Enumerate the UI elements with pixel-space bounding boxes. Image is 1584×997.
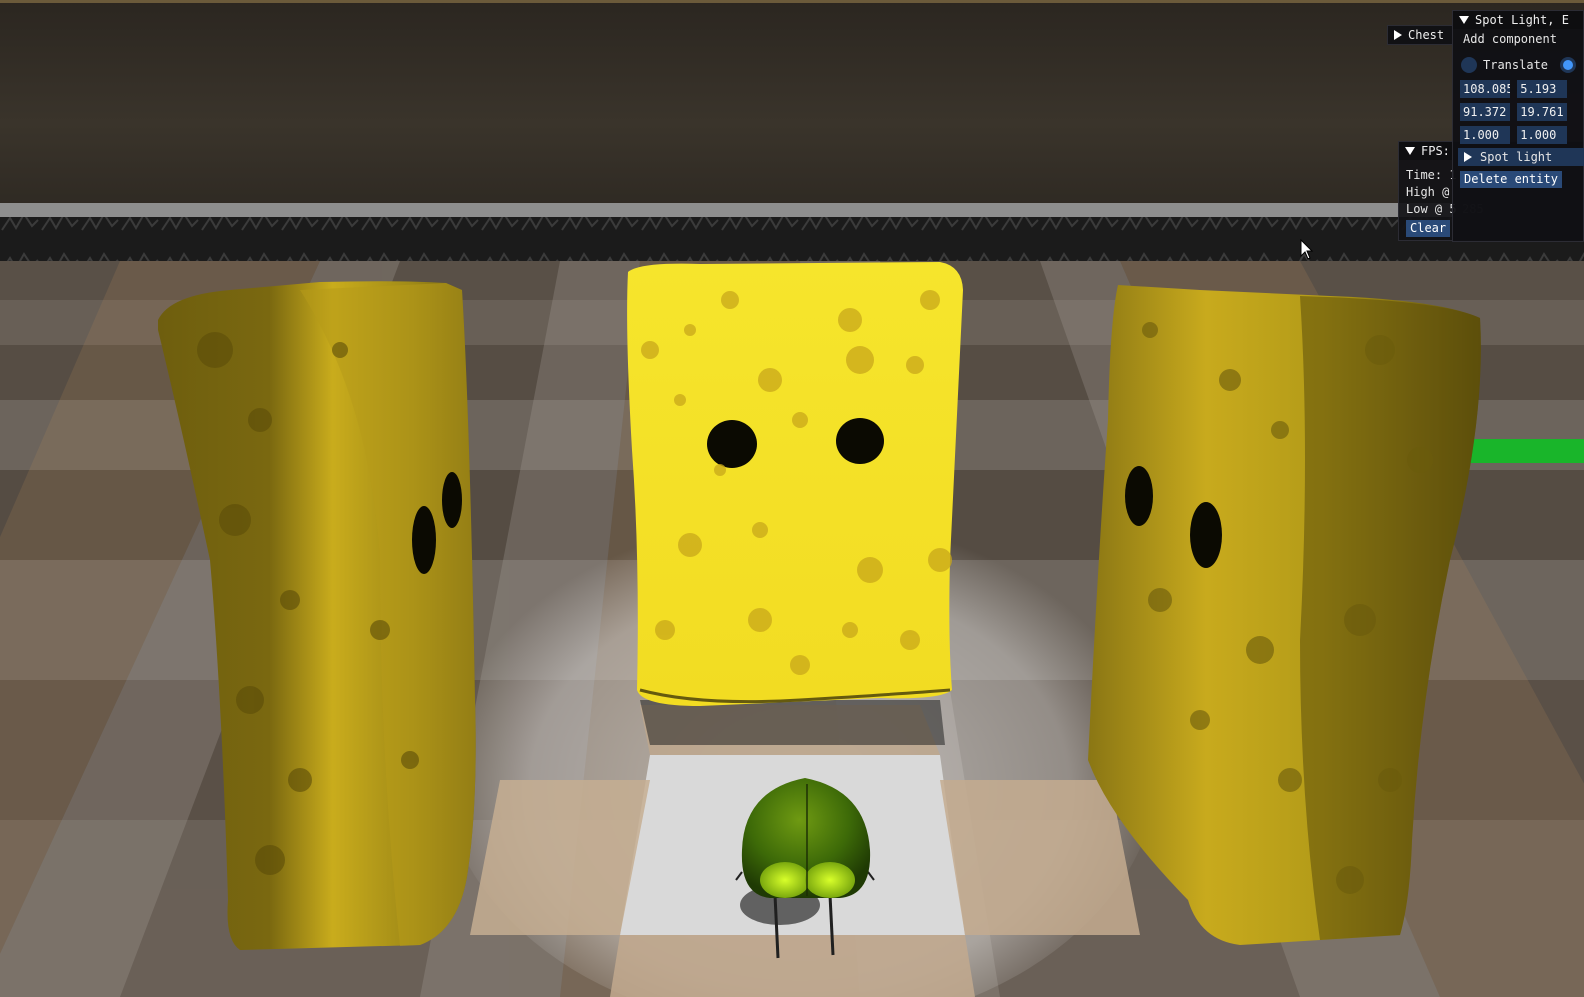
chest-panel[interactable]: Chest [1387,25,1453,45]
arrow-cursor-icon [1300,239,1314,260]
collapse-arrow-icon[interactable] [1459,16,1469,24]
collapse-arrow-icon[interactable] [1405,147,1415,155]
expand-arrow-icon[interactable] [1394,30,1402,40]
expand-arrow-icon[interactable] [1464,152,1472,162]
spot-light-label: Spot light [1480,149,1553,164]
scale-x-input[interactable]: 1.000 [1460,126,1510,144]
inspector-header[interactable]: Spot Light, E [1453,11,1583,29]
add-component-button[interactable]: Add component [1463,32,1557,47]
game-viewport[interactable]: Chest FPS: Time: 1 High @ Low @ 5 285 Cl… [0,0,1584,997]
chest-panel-header[interactable]: Chest [1388,26,1452,44]
spot-light-component-header[interactable]: Spot light [1458,148,1584,166]
translate-y-input[interactable]: 5.193 [1517,80,1568,98]
rotate-y-input[interactable]: 19.761 [1517,103,1568,121]
rotate-radio-icon[interactable] [1560,57,1577,73]
translate-x-input[interactable]: 108.085 [1460,80,1510,98]
translate-label: Translate [1483,57,1549,72]
rotate-x-input[interactable]: 91.372 [1460,103,1510,121]
chest-panel-title: Chest [1408,27,1445,42]
fps-low-label: Low @ 5 [1406,202,1457,216]
fps-time-label: Time: 1 [1406,168,1457,182]
fps-high-label: High @ [1406,185,1450,199]
sponge-center[interactable] [627,262,963,706]
game-scene[interactable] [0,0,1584,997]
delete-entity-button[interactable]: Delete entity [1460,171,1562,188]
inspector-title: Spot Light, E [1475,12,1569,27]
entity-inspector-panel[interactable]: Spot Light, E Add component Translate 10… [1452,10,1584,242]
fps-panel-title: FPS: [1421,143,1450,158]
translate-radio-icon[interactable] [1461,57,1477,73]
clear-button[interactable]: Clear [1406,220,1451,237]
scale-y-input[interactable]: 1.000 [1517,126,1568,144]
